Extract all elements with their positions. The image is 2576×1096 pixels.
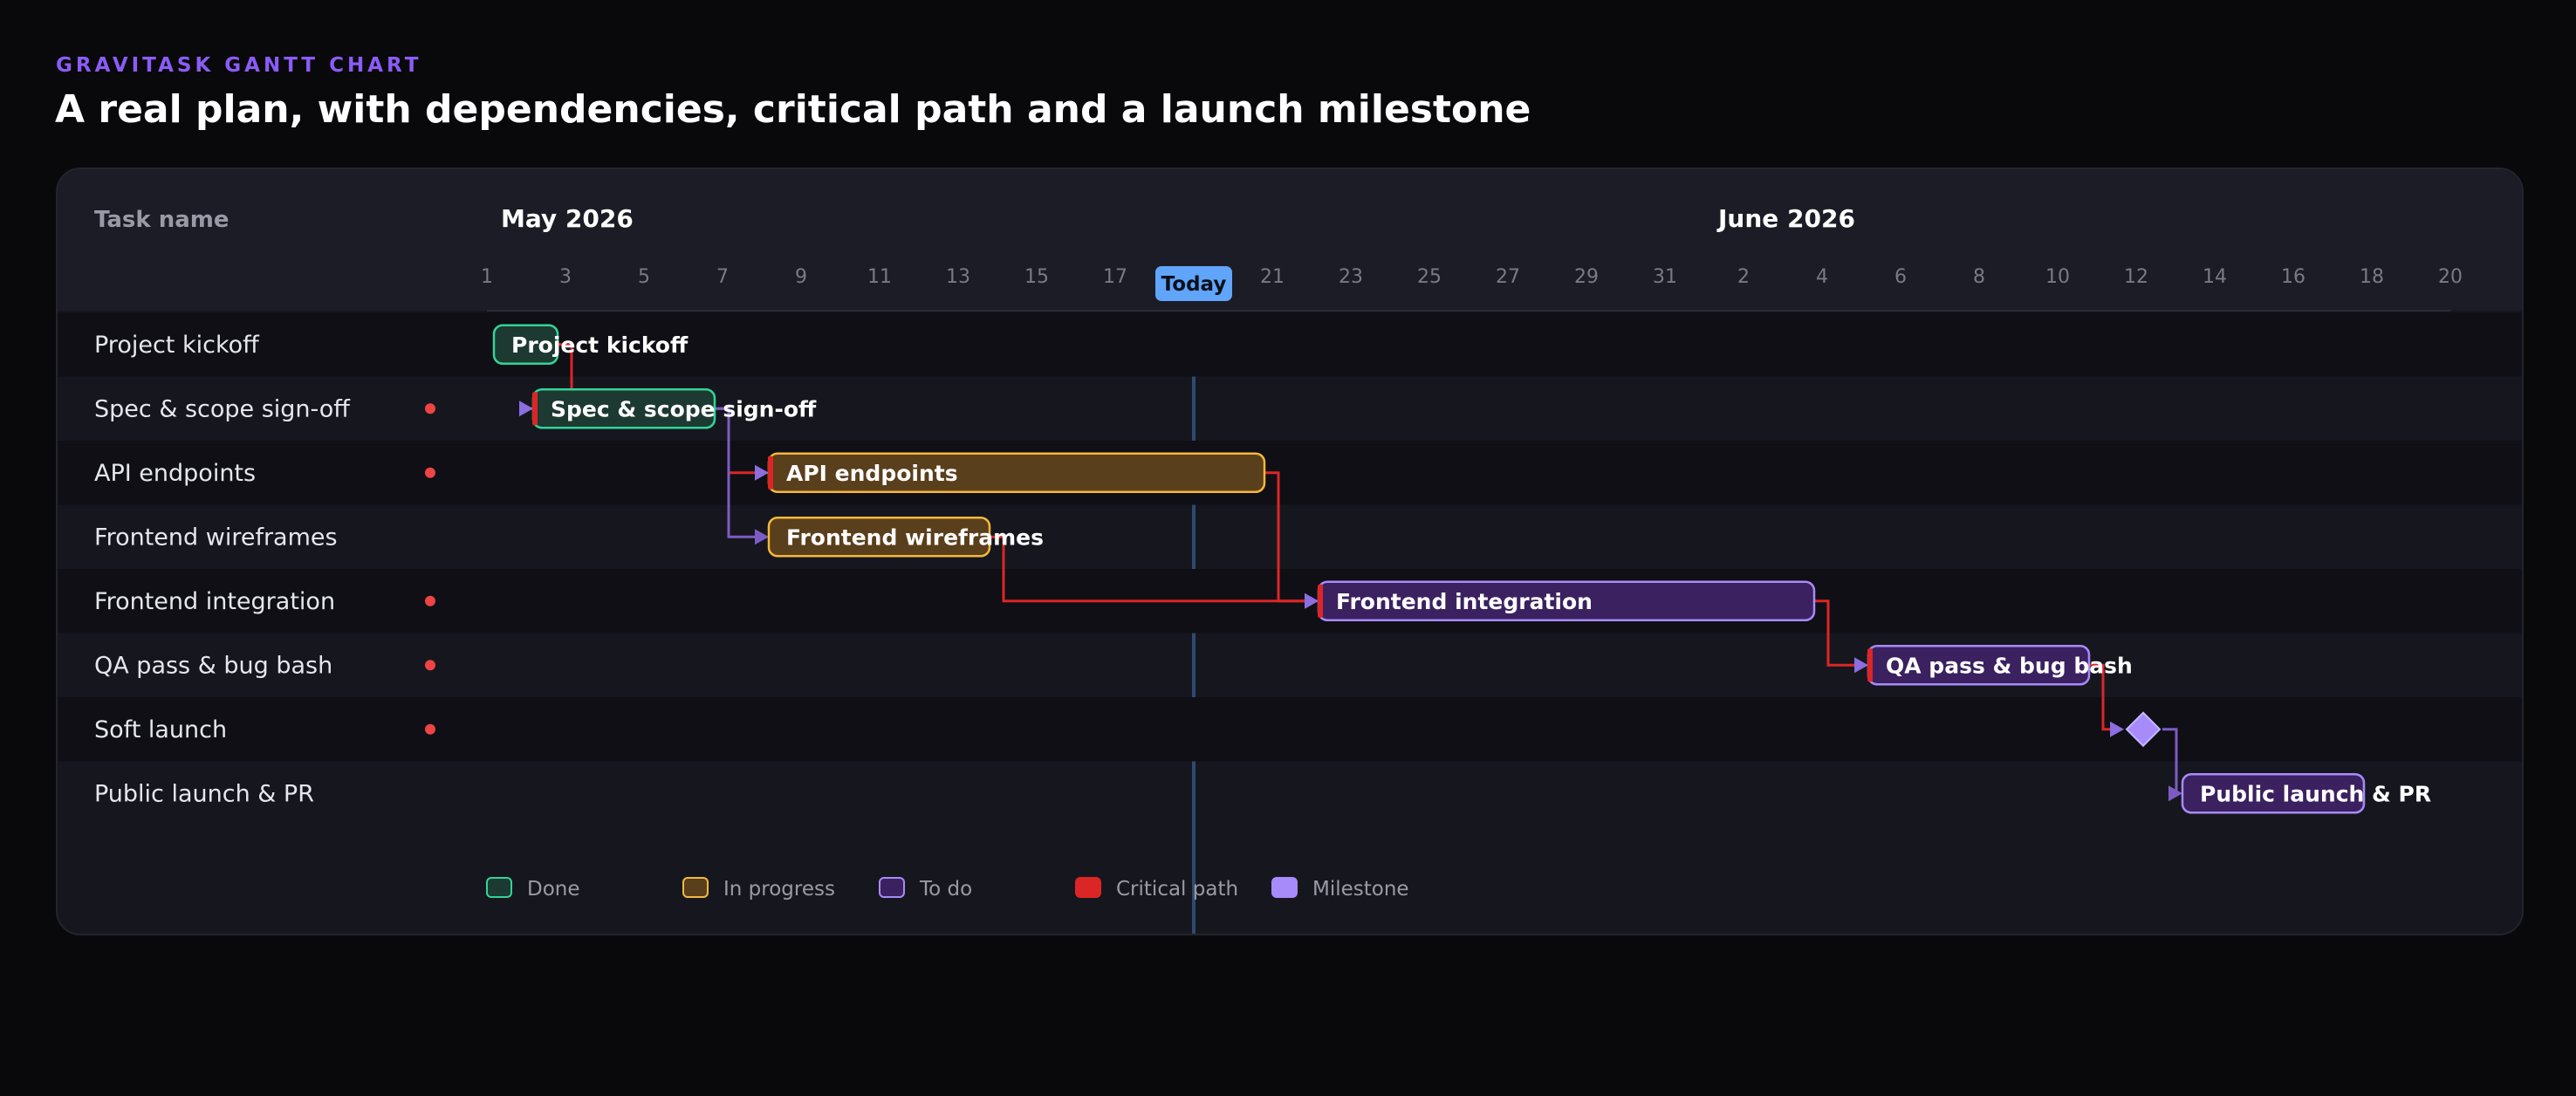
legend-swatch-critical — [1075, 877, 1101, 898]
task-name: Frontend wireframes — [94, 524, 338, 551]
critical-marker — [768, 456, 773, 490]
day-tick-label: 18 — [2360, 266, 2384, 288]
legend-swatch-todo — [879, 877, 905, 898]
day-tick-label: 16 — [2281, 266, 2305, 288]
task-name: API endpoints — [94, 460, 256, 487]
legend-label: Milestone — [1312, 878, 1409, 901]
day-tick-label: 17 — [1103, 266, 1127, 288]
legend-label: To do — [919, 878, 972, 901]
day-tick-label: 21 — [1260, 266, 1285, 288]
critical-dot — [425, 403, 435, 414]
task-bar-label: Frontend integration — [1336, 589, 1593, 614]
day-tick-label: 13 — [946, 266, 970, 288]
legend-swatch-milestone — [1271, 877, 1298, 898]
task-name: Public launch & PR — [94, 780, 314, 807]
task-bar-label: Public launch & PR — [2200, 781, 2431, 806]
row-background — [58, 761, 2522, 825]
task-name: Frontend integration — [94, 588, 335, 615]
task-bar-label: Frontend wireframes — [786, 524, 1044, 550]
row-background — [58, 504, 2522, 569]
legend-label: Critical path — [1116, 878, 1238, 901]
day-tick-label: 27 — [1496, 266, 1520, 288]
day-tick-label: 23 — [1339, 266, 1363, 288]
day-tick-label: 4 — [1816, 266, 1828, 288]
month-label: June 2026 — [1716, 204, 1855, 233]
day-tick-label: 10 — [2045, 266, 2070, 288]
day-tick-label: 6 — [1894, 266, 1907, 288]
critical-dot — [425, 467, 435, 478]
legend-label: Done — [527, 878, 580, 901]
legend-label: In progress — [723, 878, 835, 901]
day-tick-label: 7 — [716, 266, 729, 288]
day-tick-label: 2 — [1737, 266, 1750, 288]
today-label: Today — [1161, 273, 1227, 296]
day-tick-label: 8 — [1973, 266, 1985, 288]
legend-swatch-done — [486, 877, 512, 898]
critical-dot — [425, 595, 435, 606]
task-bar-label: QA pass & bug bash — [1886, 653, 2133, 678]
day-tick-label: 12 — [2124, 266, 2148, 288]
task-name: Project kickoff — [94, 332, 260, 359]
chart-eyebrow: GRAVITASK GANTT CHART — [56, 54, 422, 77]
chart-headline: A real plan, with dependencies, critical… — [55, 87, 1531, 132]
legend-swatch-progress — [682, 877, 709, 898]
day-tick-label: 14 — [2203, 266, 2227, 288]
day-tick-label: 31 — [1653, 266, 1677, 288]
task-name: Spec & scope sign-off — [94, 395, 351, 422]
task-bar-label: API endpoints — [786, 461, 958, 486]
gantt-chart: Task name May 2026 June 20261 3 5 7 9 11 13 15 17 2… — [58, 204, 2522, 934]
task-name: QA pass & bug bash — [94, 652, 332, 679]
day-tick-label: 25 — [1417, 266, 1442, 288]
critical-marker — [1867, 648, 1873, 682]
month-label: May 2026 — [501, 204, 634, 233]
task-name: Soft launch — [94, 716, 227, 743]
day-tick-label: 11 — [867, 266, 892, 288]
critical-dot — [425, 723, 435, 735]
row-background — [58, 312, 2522, 377]
task-name-header: Task name — [94, 207, 230, 233]
task-bar-label: Project kickoff — [511, 332, 689, 358]
day-tick-label: 15 — [1024, 266, 1049, 288]
day-tick-label: 9 — [795, 266, 807, 288]
critical-marker — [1318, 584, 1323, 618]
task-bar-label: Spec & scope sign-off — [551, 396, 817, 421]
day-tick-label: 20 — [2438, 266, 2463, 288]
day-tick-label: 1 — [481, 266, 493, 288]
critical-dot — [425, 660, 435, 671]
day-tick-label: 29 — [1574, 266, 1599, 288]
critical-marker — [532, 392, 538, 426]
day-tick-label: 5 — [638, 266, 650, 288]
day-tick-label: 3 — [559, 266, 572, 288]
gantt-card: Task name May 2026 June 2026 1 3 5 7 9 11 13 15 17 2… — [56, 168, 2524, 935]
